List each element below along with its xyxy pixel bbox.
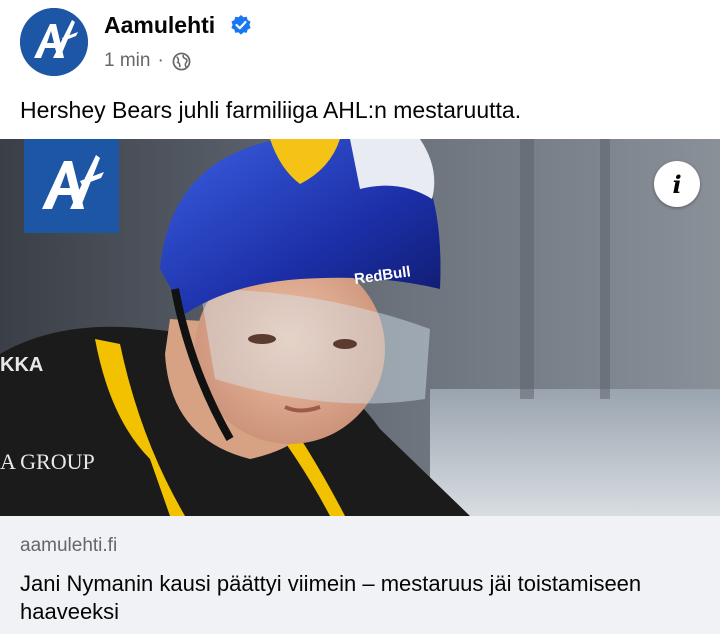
page-avatar[interactable]: [20, 8, 88, 76]
post-meta: 1 min ·: [104, 48, 191, 74]
svg-text:A GROUP: A GROUP: [0, 449, 95, 474]
page-name[interactable]: Aamulehti: [104, 10, 215, 40]
link-preview-card[interactable]: aamulehti.fi Jani Nymanin kausi päättyi …: [0, 516, 720, 634]
verified-badge-icon: [231, 15, 251, 35]
info-icon[interactable]: i: [654, 161, 700, 207]
post-timestamp[interactable]: 1 min: [104, 48, 150, 74]
link-domain: aamulehti.fi: [20, 535, 118, 556]
aamulehti-logo-icon: [20, 8, 88, 76]
globe-icon: [172, 52, 191, 70]
link-title[interactable]: Jani Nymanin kausi päättyi viimein – mes…: [20, 570, 700, 626]
post-header: Aamulehti 1 min ·: [0, 0, 720, 90]
meta-separator: ·: [157, 50, 164, 71]
aamulehti-logo-icon: [24, 139, 119, 233]
svg-text:KKA: KKA: [0, 354, 43, 376]
link-preview-image[interactable]: A GROUP KKA RedBull i: [0, 139, 720, 516]
post-text: Hershey Bears juhli farmiliiga AHL:n mes…: [20, 97, 522, 123]
